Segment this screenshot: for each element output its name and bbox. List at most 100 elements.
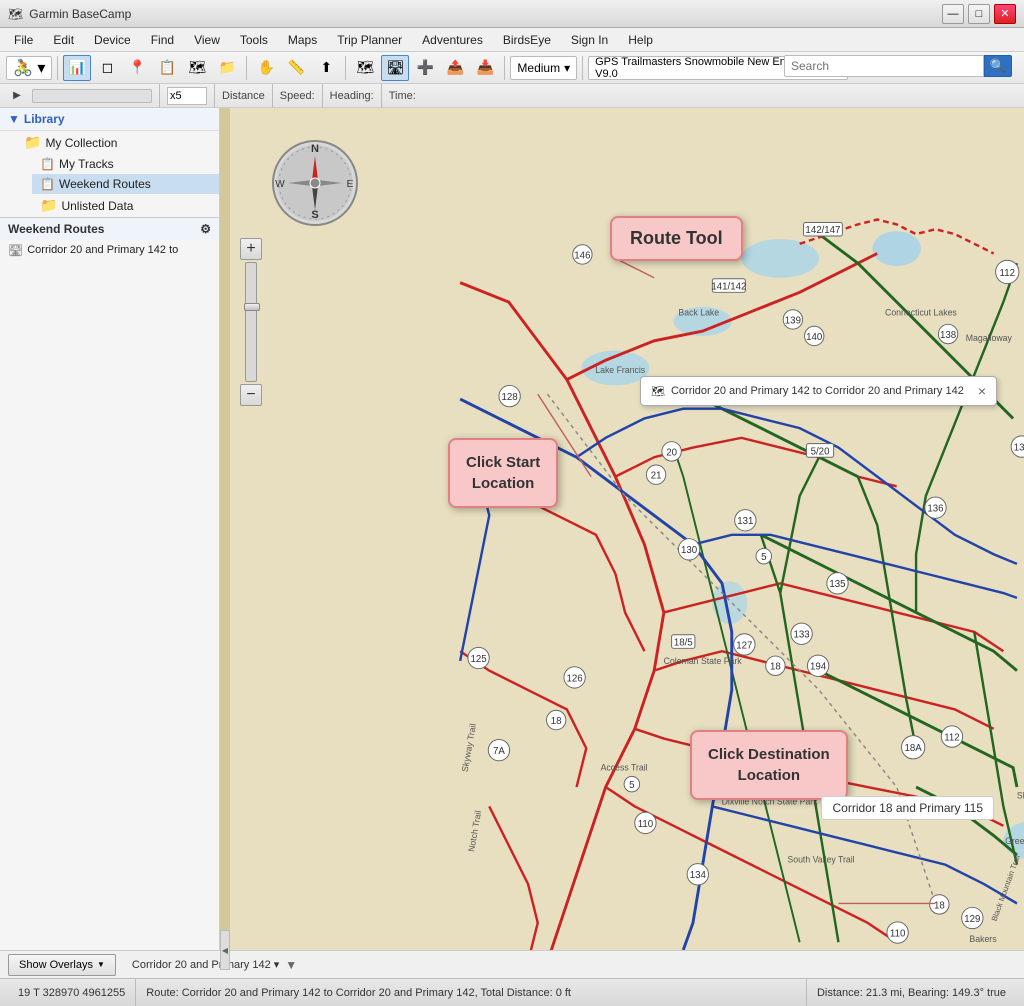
svg-text:146: 146 [574, 250, 590, 261]
menu-sign-in[interactable]: Sign In [561, 31, 618, 49]
zoom-in-button[interactable]: + [240, 238, 262, 260]
menu-file[interactable]: File [4, 31, 43, 49]
search-bar: 🔍 [784, 54, 1024, 78]
app-title-area: 🗺 Garmin BaseCamp [8, 7, 131, 21]
sidebar-item-my-tracks[interactable]: 📋 My Tracks [32, 154, 219, 174]
transport-mode-dropdown[interactable]: 🚴 ▾ [6, 56, 52, 80]
zoom-slider-track[interactable] [245, 262, 257, 382]
map-density-dropdown[interactable]: Medium ▾ [510, 56, 577, 80]
svg-text:135: 135 [829, 579, 845, 590]
toolbar-btn-folder[interactable]: 📁 [213, 55, 241, 81]
sidebar-toggle[interactable]: ◀ [220, 930, 230, 970]
svg-text:128: 128 [502, 392, 518, 403]
search-button[interactable]: 🔍 [984, 55, 1012, 77]
svg-text:7A: 7A [493, 746, 505, 757]
app-title: Garmin BaseCamp [29, 7, 131, 21]
track-icon: 📋 [40, 157, 55, 171]
window-controls: — □ ✕ [942, 4, 1016, 24]
toolbar-btn-track[interactable]: 📋 [153, 55, 181, 81]
settings-icon[interactable]: ⚙ [200, 222, 211, 236]
toolbar-btn-pan[interactable]: ✋ [252, 55, 280, 81]
toolbar-btn-pointer[interactable]: ⬆ [312, 55, 340, 81]
menu-maps[interactable]: Maps [278, 31, 327, 49]
zoom-value-input[interactable] [167, 87, 207, 105]
toolbar-btn-waypoint[interactable]: 📍 [123, 55, 151, 81]
menu-view[interactable]: View [184, 31, 230, 49]
toolbar-btn-add[interactable]: ➕ [411, 55, 439, 81]
weekend-routes-panel: Weekend Routes ⚙ [0, 217, 219, 240]
click-destination-callout: Click DestinationLocation [690, 730, 848, 800]
route-tool-callout: Route Tool [610, 216, 743, 261]
zoom-slider-thumb[interactable] [244, 303, 260, 311]
toolbar2-sep3 [272, 84, 273, 108]
library-label: Library [24, 112, 65, 126]
svg-text:E: E [347, 179, 354, 190]
dropdown-arrow-icon: ▼ [97, 960, 105, 969]
toolbar-btn-route[interactable]: 🗺 [183, 55, 211, 81]
zoom-out-button[interactable]: − [240, 384, 262, 406]
current-route-display: Corridor 20 and Primary 142 ▾ [132, 958, 279, 971]
toolbar-btn-measure[interactable]: 📏 [282, 55, 310, 81]
svg-text:112: 112 [944, 732, 959, 743]
svg-text:125: 125 [470, 654, 486, 665]
weekend-routes-label: Weekend Routes [59, 177, 151, 191]
svg-text:N: N [311, 143, 319, 155]
svg-text:138: 138 [940, 330, 956, 341]
svg-text:Back Lake: Back Lake [678, 308, 719, 318]
menu-device[interactable]: Device [84, 31, 141, 49]
svg-text:127: 127 [736, 640, 752, 651]
svg-text:131: 131 [737, 516, 753, 527]
search-input[interactable] [784, 55, 984, 77]
main-area: ▼ Library 📁 My Collection 📋 My Tracks 📋 … [0, 108, 1024, 950]
time-label: Time: [389, 90, 416, 102]
library-header[interactable]: ▼ Library [0, 108, 219, 131]
menu-help[interactable]: Help [618, 31, 663, 49]
toolbar-separator-1 [57, 56, 58, 80]
svg-text:133: 133 [794, 630, 810, 641]
close-button[interactable]: ✕ [994, 4, 1016, 24]
svg-text:21: 21 [651, 471, 662, 482]
menu-find[interactable]: Find [141, 31, 184, 49]
route-tooltip: 🗺 Corridor 20 and Primary 142 to Corrido… [640, 376, 997, 406]
toolbar-separator-2 [246, 56, 247, 80]
titlebar: 🗺 Garmin BaseCamp — □ ✕ [0, 0, 1024, 28]
toolbar-btn-recv[interactable]: 📥 [471, 55, 499, 81]
menu-adventures[interactable]: Adventures [412, 31, 493, 49]
toolbar-btn-map-pin[interactable]: 🗺 [351, 55, 379, 81]
svg-text:18A: 18A [905, 743, 923, 754]
svg-text:137: 137 [1014, 442, 1024, 453]
svg-text:20: 20 [666, 447, 677, 458]
toolbar-btn-select[interactable]: ◻ [93, 55, 121, 81]
menubar: File Edit Device Find View Tools Maps Tr… [0, 28, 1024, 52]
status-route-info: Route: Corridor 20 and Primary 142 to Co… [136, 979, 807, 1006]
maximize-button[interactable]: □ [968, 4, 990, 24]
sidebar-item-unlisted[interactable]: 📁 Unlisted Data [32, 194, 219, 217]
svg-text:140: 140 [806, 332, 823, 343]
speed-label: Speed: [280, 90, 315, 102]
unlisted-label: Unlisted Data [61, 199, 133, 213]
toolbar-btn-send[interactable]: 📤 [441, 55, 469, 81]
toolbar-btn-route-tool[interactable]: 🛣 [381, 55, 409, 81]
corridor-badge: Corridor 18 and Primary 115 [821, 796, 994, 820]
play-button[interactable]: ▶ [6, 86, 28, 106]
toolbar-btn-profile[interactable]: 📊 [63, 55, 91, 81]
sidebar-item-weekend-routes[interactable]: 📋 Weekend Routes [32, 174, 219, 194]
menu-tools[interactable]: Tools [230, 31, 278, 49]
tooltip-close-button[interactable]: × [978, 383, 986, 399]
progress-bar[interactable] [32, 89, 152, 103]
menu-trip-planner[interactable]: Trip Planner [327, 31, 412, 49]
menu-birdseye[interactable]: BirdsEye [493, 31, 561, 49]
menu-edit[interactable]: Edit [43, 31, 84, 49]
track-icon-2: 📋 [40, 177, 55, 191]
route-list-item[interactable]: 🛣 Corridor 20 and Primary 142 to [0, 240, 219, 260]
map-area[interactable]: 146 11/147 142/147 112 141/142 139 138 [230, 108, 1024, 950]
folder-icon-2: 📁 [40, 197, 57, 214]
sidebar-item-my-collection[interactable]: 📁 My Collection [16, 131, 219, 154]
filter-icon[interactable]: ▼ [285, 958, 297, 972]
toolbar2-sep4 [322, 84, 323, 108]
route-label: Corridor 20 and Primary 142 to [27, 244, 178, 256]
minimize-button[interactable]: — [942, 4, 964, 24]
zoom-control: + − [240, 238, 262, 406]
svg-text:Magalloway: Magalloway [966, 333, 1013, 343]
show-overlays-button[interactable]: Show Overlays ▼ [8, 954, 116, 976]
